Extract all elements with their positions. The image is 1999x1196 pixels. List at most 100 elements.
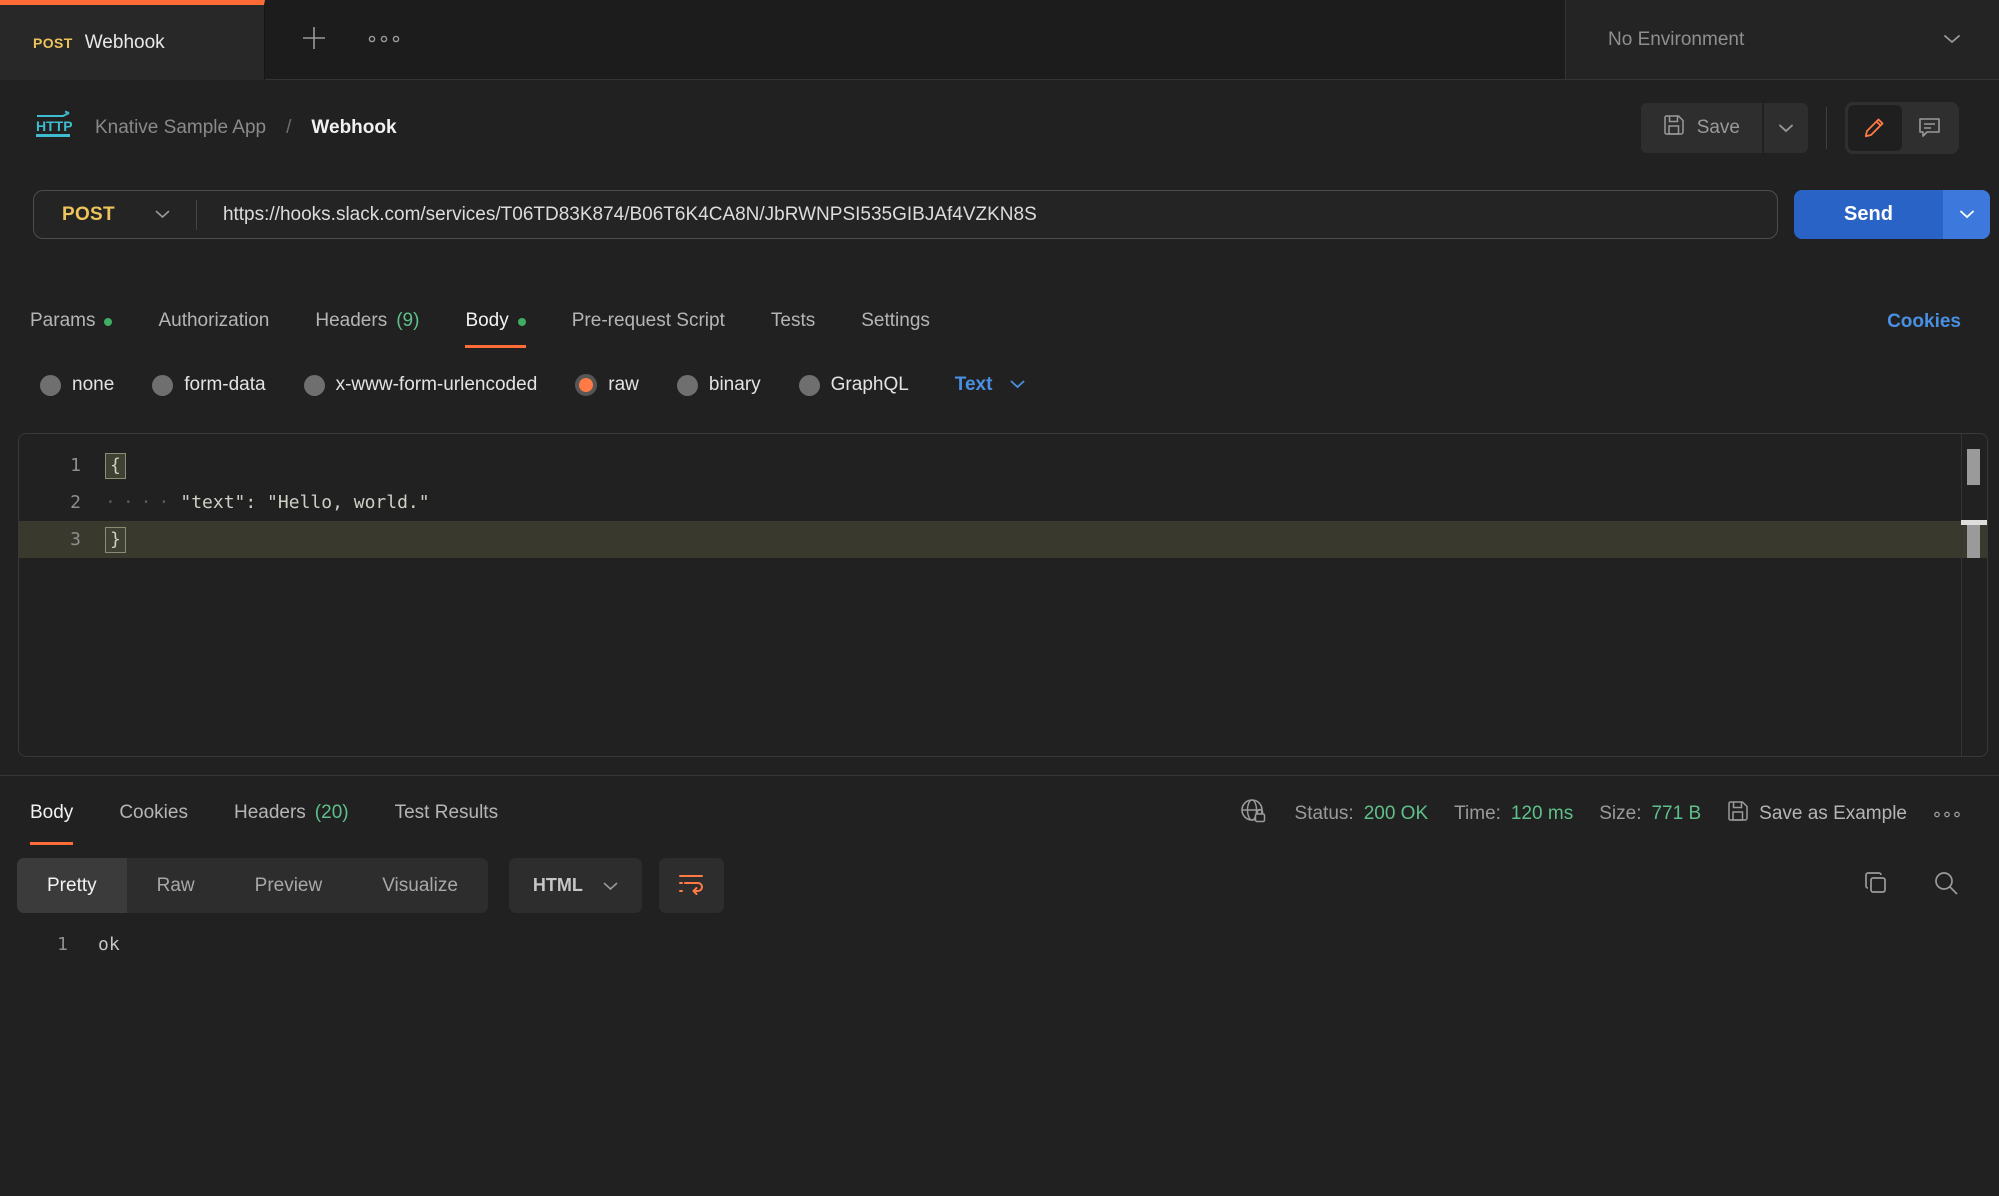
tab-headers-count: (9) bbox=[396, 310, 419, 332]
tab-pre-request-script[interactable]: Pre-request Script bbox=[572, 296, 725, 348]
view-tab-raw[interactable]: Raw bbox=[127, 858, 225, 913]
tab-headers-label: Headers bbox=[315, 310, 387, 332]
response-tab-body[interactable]: Body bbox=[30, 783, 73, 845]
url-input[interactable] bbox=[197, 204, 1777, 226]
editor-scrollbar-mark[interactable] bbox=[1967, 525, 1980, 558]
new-tab-button[interactable] bbox=[301, 25, 327, 54]
response-tab-headers-label: Headers bbox=[234, 802, 306, 824]
editor-code: ····"text": "Hello, world." bbox=[105, 492, 430, 513]
wrap-lines-button[interactable] bbox=[659, 858, 724, 913]
tab-options-button[interactable] bbox=[367, 32, 401, 47]
radio-selected-icon bbox=[575, 374, 597, 396]
body-type-graphql-label: GraphQL bbox=[831, 374, 909, 396]
tab-body[interactable]: Body bbox=[465, 296, 525, 348]
response-body-line[interactable]: 1 ok bbox=[0, 926, 120, 962]
response-header: Body Cookies Headers (20) Test Results S… bbox=[30, 783, 1961, 845]
tab-pre-request-script-label: Pre-request Script bbox=[572, 310, 725, 332]
body-type-raw[interactable]: raw bbox=[575, 374, 639, 396]
line-number: 3 bbox=[19, 529, 81, 550]
request-tabs: Params Authorization Headers (9) Body Pr… bbox=[30, 296, 1961, 348]
tab-tests[interactable]: Tests bbox=[771, 296, 815, 348]
editor-code: } bbox=[105, 527, 126, 553]
raw-language-label: Text bbox=[955, 374, 993, 396]
modified-dot bbox=[518, 318, 526, 326]
edit-request-button[interactable] bbox=[1848, 105, 1902, 151]
save-floppy-icon bbox=[1727, 800, 1749, 828]
tab-headers[interactable]: Headers (9) bbox=[315, 296, 419, 348]
breadcrumb-collection[interactable]: Knative Sample App bbox=[95, 117, 266, 139]
method-dropdown[interactable]: POST bbox=[34, 204, 196, 226]
size-value: 771 B bbox=[1651, 803, 1701, 825]
comments-button[interactable] bbox=[1902, 105, 1956, 151]
body-type-form-data[interactable]: form-data bbox=[152, 374, 265, 396]
raw-language-dropdown[interactable]: Text bbox=[955, 374, 1026, 396]
plus-icon bbox=[301, 25, 327, 54]
response-tab-body-label: Body bbox=[30, 802, 73, 824]
tab-tests-label: Tests bbox=[771, 310, 815, 332]
chevron-down-icon bbox=[155, 206, 170, 224]
save-floppy-icon bbox=[1663, 114, 1685, 142]
tab-method-badge: POST bbox=[33, 35, 73, 51]
more-options-icon bbox=[367, 32, 401, 47]
toolbar-actions: Save bbox=[1641, 102, 1959, 154]
body-type-none[interactable]: none bbox=[40, 374, 114, 396]
breadcrumb-separator: / bbox=[286, 117, 291, 139]
body-type-binary[interactable]: binary bbox=[677, 374, 761, 396]
comment-icon bbox=[1917, 115, 1942, 142]
response-view-tabs: Pretty Raw Preview Visualize bbox=[17, 858, 488, 913]
response-tab-headers[interactable]: Headers (20) bbox=[234, 783, 349, 845]
view-tab-pretty[interactable]: Pretty bbox=[17, 858, 127, 913]
send-options-button[interactable] bbox=[1943, 190, 1990, 239]
response-tab-cookies[interactable]: Cookies bbox=[119, 783, 188, 845]
body-type-form-data-label: form-data bbox=[184, 374, 265, 396]
line-number: 2 bbox=[19, 492, 81, 513]
tab-title: Webhook bbox=[85, 32, 165, 54]
tab-settings[interactable]: Settings bbox=[861, 296, 930, 348]
editor-code: { bbox=[105, 453, 126, 479]
body-type-urlencoded[interactable]: x-www-form-urlencoded bbox=[304, 374, 538, 396]
save-button[interactable]: Save bbox=[1641, 103, 1762, 153]
send-button[interactable]: Send bbox=[1794, 190, 1943, 239]
view-tab-visualize[interactable]: Visualize bbox=[352, 858, 488, 913]
breadcrumb-request-name[interactable]: Webhook bbox=[311, 117, 396, 139]
editor-scroll-track bbox=[1961, 434, 1962, 756]
request-toolbar: HTTP Knative Sample App / Webhook Save bbox=[0, 80, 1999, 176]
response-options-button[interactable] bbox=[1933, 803, 1961, 825]
response-body-text: ok bbox=[98, 934, 120, 955]
body-type-graphql[interactable]: GraphQL bbox=[799, 374, 909, 396]
tab-authorization[interactable]: Authorization bbox=[158, 296, 269, 348]
editor-scrollbar-mark[interactable] bbox=[1967, 449, 1980, 485]
response-tab-test-results-label: Test Results bbox=[395, 802, 498, 824]
request-body-editor[interactable]: 1 { 2 ····"text": "Hello, world." 3 } bbox=[18, 433, 1988, 757]
time-label: Time: bbox=[1454, 803, 1501, 825]
view-tab-preview[interactable]: Preview bbox=[225, 858, 353, 913]
method-label: POST bbox=[62, 204, 115, 226]
body-type-binary-label: binary bbox=[709, 374, 761, 396]
environment-selector[interactable]: No Environment bbox=[1565, 0, 1999, 80]
svg-text:HTTP: HTTP bbox=[36, 118, 73, 134]
line-number: 1 bbox=[0, 934, 68, 955]
response-tab-test-results[interactable]: Test Results bbox=[395, 783, 498, 845]
save-options-button[interactable] bbox=[1764, 103, 1808, 153]
cookies-link[interactable]: Cookies bbox=[1887, 311, 1961, 333]
save-button-label: Save bbox=[1697, 117, 1740, 139]
radio-icon bbox=[152, 375, 173, 396]
postman-window: POST Webhook No Environment bbox=[0, 0, 1999, 1196]
chevron-down-icon bbox=[603, 875, 618, 896]
response-format-dropdown[interactable]: HTML bbox=[509, 858, 642, 913]
network-globe-lock-icon[interactable] bbox=[1239, 797, 1269, 831]
response-tab-cookies-label: Cookies bbox=[119, 802, 188, 824]
request-tab-webhook[interactable]: POST Webhook bbox=[0, 0, 265, 80]
radio-icon bbox=[799, 375, 820, 396]
save-as-example-button[interactable]: Save as Example bbox=[1727, 800, 1907, 828]
tab-authorization-label: Authorization bbox=[158, 310, 269, 332]
save-button-group: Save bbox=[1641, 103, 1808, 153]
whitespace-dots: ···· bbox=[105, 492, 176, 513]
response-meta: Status: 200 OK Time: 120 ms Size: 771 B … bbox=[1239, 783, 1961, 845]
tab-params[interactable]: Params bbox=[30, 296, 112, 348]
body-type-none-label: none bbox=[72, 374, 114, 396]
search-response-button[interactable] bbox=[1933, 870, 1959, 901]
editor-line-1: 1 { bbox=[19, 447, 1987, 484]
pencil-icon bbox=[1863, 115, 1887, 142]
copy-response-button[interactable] bbox=[1863, 870, 1889, 901]
